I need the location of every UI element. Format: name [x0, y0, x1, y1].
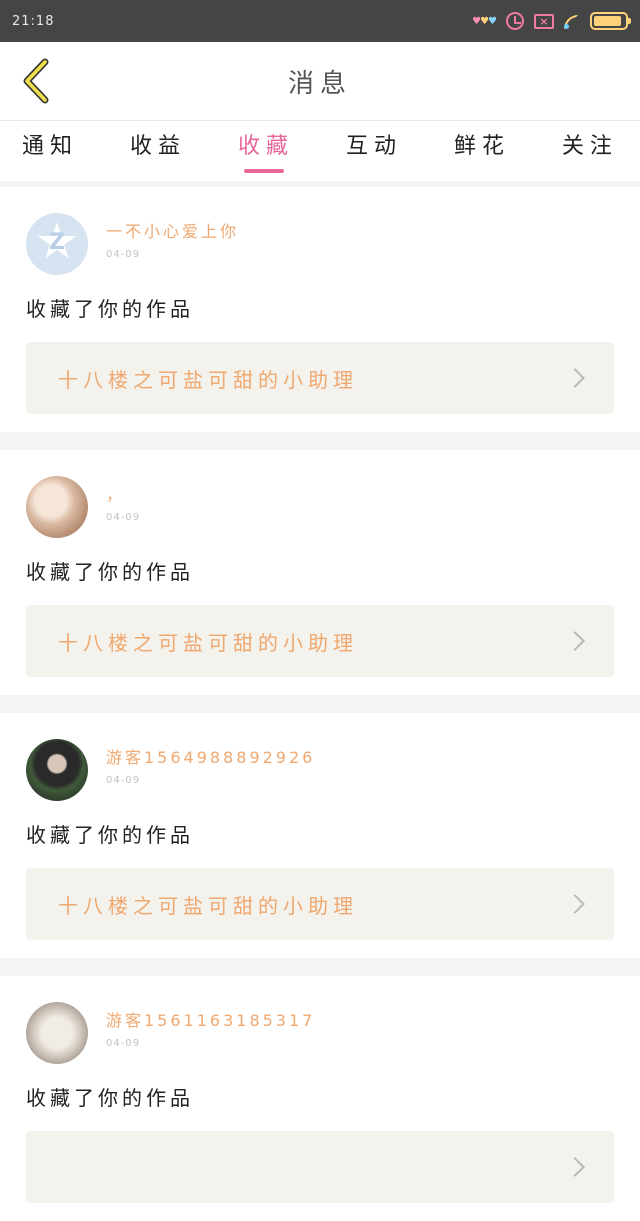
- message-date: 04-09: [106, 775, 141, 786]
- chevron-left-icon: [23, 58, 49, 104]
- username[interactable]: 游客1564988892926: [106, 747, 315, 769]
- alarm-icon: [506, 12, 524, 30]
- battery-level-fill: [594, 16, 621, 26]
- message-card: 一不小心爱上你 04-09 收藏了你的作品 十八楼之可盐可甜的小助理: [0, 187, 640, 432]
- tab-earnings[interactable]: 收益: [130, 121, 186, 181]
- chevron-right-icon: [565, 1157, 585, 1177]
- message-header: 游客1561163185317 04-09: [26, 1002, 614, 1064]
- username[interactable]: 一不小心爱上你: [106, 221, 239, 243]
- work-title: 十八楼之可盐可甜的小助理: [58, 893, 358, 918]
- page-title: 消息: [287, 68, 352, 99]
- status-icons: ♥♥♥ ×: [472, 12, 631, 30]
- work-link[interactable]: 十八楼之可盐可甜的小助理: [26, 868, 614, 940]
- message-header: 游客1564988892926 04-09: [26, 739, 614, 801]
- user-meta: 一不小心爱上你 04-09: [106, 213, 239, 260]
- message-header: 一不小心爱上你 04-09: [26, 213, 614, 275]
- work-title: 十八楼之可盐可甜的小助理: [58, 367, 358, 392]
- message-date: 04-09: [106, 249, 141, 260]
- chevron-right-icon: [565, 894, 585, 914]
- message-date: 04-09: [106, 512, 141, 523]
- avatar[interactable]: [26, 739, 88, 801]
- tab-interactions[interactable]: 互动: [346, 121, 402, 181]
- message-header: ， 04-09: [26, 476, 614, 538]
- wifi-icon: [564, 13, 580, 29]
- chevron-right-icon: [565, 368, 585, 388]
- back-button[interactable]: [14, 56, 58, 106]
- tab-bar: 通知 收益 收藏 互动 鲜花 关注: [0, 121, 640, 181]
- avatar[interactable]: [26, 213, 88, 275]
- tab-following[interactable]: 关注: [562, 121, 618, 181]
- chevron-right-icon: [565, 631, 585, 651]
- user-meta: ， 04-09: [106, 476, 140, 523]
- header: 消息: [0, 42, 640, 121]
- action-text: 收藏了你的作品: [26, 560, 194, 584]
- action-text: 收藏了你的作品: [26, 823, 194, 847]
- status-bar: 21:18 ♥♥♥ ×: [0, 0, 640, 42]
- user-meta: 游客1561163185317 04-09: [106, 1002, 315, 1049]
- message-date: 04-09: [106, 1038, 141, 1049]
- tab-notifications[interactable]: 通知: [22, 121, 78, 181]
- action-text: 收藏了你的作品: [26, 297, 194, 321]
- sim-icon: ×: [534, 13, 554, 29]
- tab-favorites[interactable]: 收藏: [238, 121, 294, 181]
- hearts-icon: ♥♥♥: [472, 15, 497, 27]
- message-feed: 一不小心爱上你 04-09 收藏了你的作品 十八楼之可盐可甜的小助理 ， 04-…: [0, 187, 640, 1221]
- username[interactable]: ，: [106, 484, 140, 506]
- user-meta: 游客1564988892926 04-09: [106, 739, 315, 786]
- message-card: 游客1561163185317 04-09 收藏了你的作品: [0, 976, 640, 1221]
- avatar[interactable]: [26, 1002, 88, 1064]
- tab-flowers[interactable]: 鲜花: [454, 121, 510, 181]
- work-link[interactable]: [26, 1131, 614, 1203]
- status-time: 21:18: [12, 13, 55, 29]
- work-title: 十八楼之可盐可甜的小助理: [58, 630, 358, 655]
- avatar[interactable]: [26, 476, 88, 538]
- message-card: ， 04-09 收藏了你的作品 十八楼之可盐可甜的小助理: [0, 450, 640, 695]
- work-link[interactable]: 十八楼之可盐可甜的小助理: [26, 342, 614, 414]
- action-text: 收藏了你的作品: [26, 1086, 194, 1110]
- work-link[interactable]: 十八楼之可盐可甜的小助理: [26, 605, 614, 677]
- username[interactable]: 游客1561163185317: [106, 1010, 315, 1032]
- message-card: 游客1564988892926 04-09 收藏了你的作品 十八楼之可盐可甜的小…: [0, 713, 640, 958]
- battery-icon: [590, 12, 631, 30]
